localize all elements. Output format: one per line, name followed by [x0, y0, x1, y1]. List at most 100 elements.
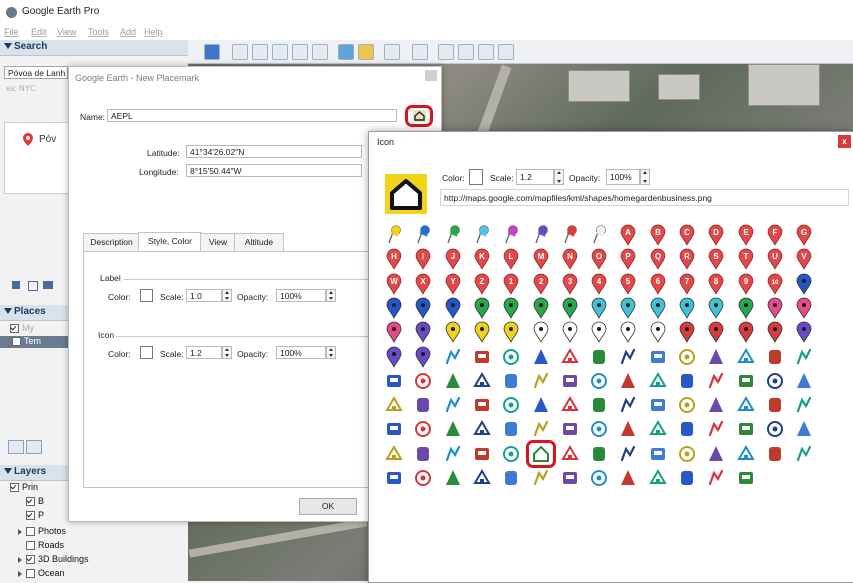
shopping-bag-icon[interactable] [383, 443, 405, 465]
ski-icon[interactable] [735, 418, 757, 440]
volcano-icon[interactable] [676, 467, 698, 489]
letter-marker-icon[interactable]: K [471, 248, 493, 271]
search-panel-header[interactable]: Search [0, 40, 188, 56]
square-icon[interactable] [676, 346, 698, 368]
dot-marker-icon[interactable] [735, 297, 757, 319]
search-places-button[interactable] [8, 440, 24, 454]
planets-icon[interactable] [384, 44, 400, 60]
dot-marker-icon[interactable] [500, 297, 522, 319]
menu-file[interactable]: File [4, 27, 19, 37]
dot-marker-icon[interactable] [471, 321, 493, 344]
hospital-icon[interactable] [383, 467, 405, 489]
police-icon[interactable] [530, 467, 552, 489]
square-dot-icon[interactable] [383, 370, 405, 392]
add-placemark-icon[interactable] [232, 44, 248, 60]
forest-icon[interactable] [530, 418, 552, 440]
triangle-outline-icon[interactable] [764, 346, 786, 368]
arts-icon[interactable] [500, 443, 522, 465]
dot-marker-icon[interactable] [793, 297, 815, 319]
dot-marker-icon[interactable] [705, 321, 727, 344]
anchor-icon[interactable] [705, 394, 727, 416]
fire-icon[interactable] [793, 443, 815, 465]
tab-description[interactable]: Description [83, 233, 140, 251]
layer-item-primary[interactable]: Prin [10, 482, 38, 493]
icon-scale-spinner[interactable] [222, 346, 232, 359]
expand-arrow-icon[interactable] [18, 528, 22, 535]
letter-marker-icon[interactable]: Q [647, 248, 669, 271]
label-opacity-field[interactable]: 100% [276, 289, 326, 302]
info-circle-icon[interactable] [530, 394, 552, 416]
friends-icon[interactable] [412, 443, 434, 465]
checkbox[interactable] [26, 511, 35, 521]
gas-station-icon[interactable] [617, 443, 639, 465]
cable-car-icon[interactable] [500, 394, 522, 416]
horse-icon[interactable] [617, 418, 639, 440]
icon-opacity-field[interactable]: 100% [276, 346, 326, 359]
coffee-icon[interactable] [500, 370, 522, 392]
envelope-icon[interactable] [559, 467, 581, 489]
places-item-temporary[interactable]: Tem [0, 336, 72, 348]
down-arrow-icon[interactable] [471, 346, 493, 368]
vote-icon[interactable] [588, 467, 610, 489]
ruler-icon[interactable] [412, 44, 428, 60]
dot-marker-icon[interactable] [530, 321, 552, 344]
dot-marker-icon[interactable] [471, 297, 493, 319]
bus-icon[interactable] [735, 370, 757, 392]
diamond-icon[interactable] [647, 346, 669, 368]
add-polygon-icon[interactable] [252, 44, 268, 60]
view-in-maps-icon[interactable] [498, 44, 514, 60]
man-icon[interactable] [617, 370, 639, 392]
pushpin-icon[interactable] [588, 224, 610, 246]
tram-icon[interactable] [442, 394, 464, 416]
pushpin-icon[interactable] [530, 224, 552, 246]
icon-color-swatch[interactable] [140, 346, 153, 359]
dot-marker-icon[interactable] [764, 297, 786, 319]
sun-icon[interactable] [617, 467, 639, 489]
letter-marker-icon[interactable]: N [559, 248, 581, 271]
icon-scale-field[interactable]: 1.2 [186, 346, 222, 359]
dot-marker-icon[interactable] [735, 321, 757, 344]
target-icon[interactable] [735, 346, 757, 368]
letter-marker-icon[interactable]: T [735, 248, 757, 271]
family-icon[interactable] [559, 418, 581, 440]
dollar-icon[interactable] [705, 443, 727, 465]
icon-scale-spinner[interactable] [554, 169, 564, 185]
tab-altitude[interactable]: Altitude [234, 233, 284, 251]
mountain-bike-icon[interactable] [676, 418, 698, 440]
dot-marker-icon[interactable] [559, 321, 581, 344]
print-icon[interactable] [458, 44, 474, 60]
wheelchair-icon[interactable] [647, 370, 669, 392]
dot-marker-icon[interactable] [588, 297, 610, 319]
pushpin-icon[interactable] [500, 224, 522, 246]
save-image-icon[interactable] [478, 44, 494, 60]
dot-marker-icon[interactable] [764, 321, 786, 344]
icon-opacity-spinner[interactable] [326, 346, 336, 359]
icon-picker-button[interactable] [405, 105, 433, 127]
dot-marker-icon[interactable] [383, 346, 405, 368]
grey-dot-icon[interactable] [442, 370, 464, 392]
subway-icon[interactable] [471, 394, 493, 416]
dot-marker-icon[interactable] [383, 321, 405, 344]
checkbox[interactable] [26, 527, 35, 537]
crosshair-icon[interactable] [793, 346, 815, 368]
dot-marker-icon[interactable] [705, 297, 727, 319]
letter-marker-icon[interactable]: V [793, 248, 815, 271]
library-icon[interactable] [471, 443, 493, 465]
lodging-icon[interactable] [412, 467, 434, 489]
dialog-close-button[interactable] [425, 70, 437, 81]
checkbox[interactable] [10, 324, 19, 334]
label-color-swatch[interactable] [140, 289, 153, 302]
letter-marker-icon[interactable]: U [764, 248, 786, 271]
panel-toggle-button[interactable] [26, 440, 42, 454]
layer-item-b[interactable]: B [26, 496, 44, 507]
dot-marker-icon[interactable] [647, 297, 669, 319]
checkbox[interactable] [26, 541, 35, 551]
rain-icon[interactable] [617, 394, 639, 416]
sunny-icon[interactable] [647, 467, 669, 489]
dot-marker-icon[interactable] [647, 321, 669, 344]
layer-item-photos[interactable]: Photos [18, 526, 66, 537]
swimming-icon[interactable] [793, 394, 815, 416]
movie-icon[interactable] [442, 443, 464, 465]
historical-imagery-icon[interactable] [338, 44, 354, 60]
zoom-icon[interactable] [735, 467, 757, 489]
